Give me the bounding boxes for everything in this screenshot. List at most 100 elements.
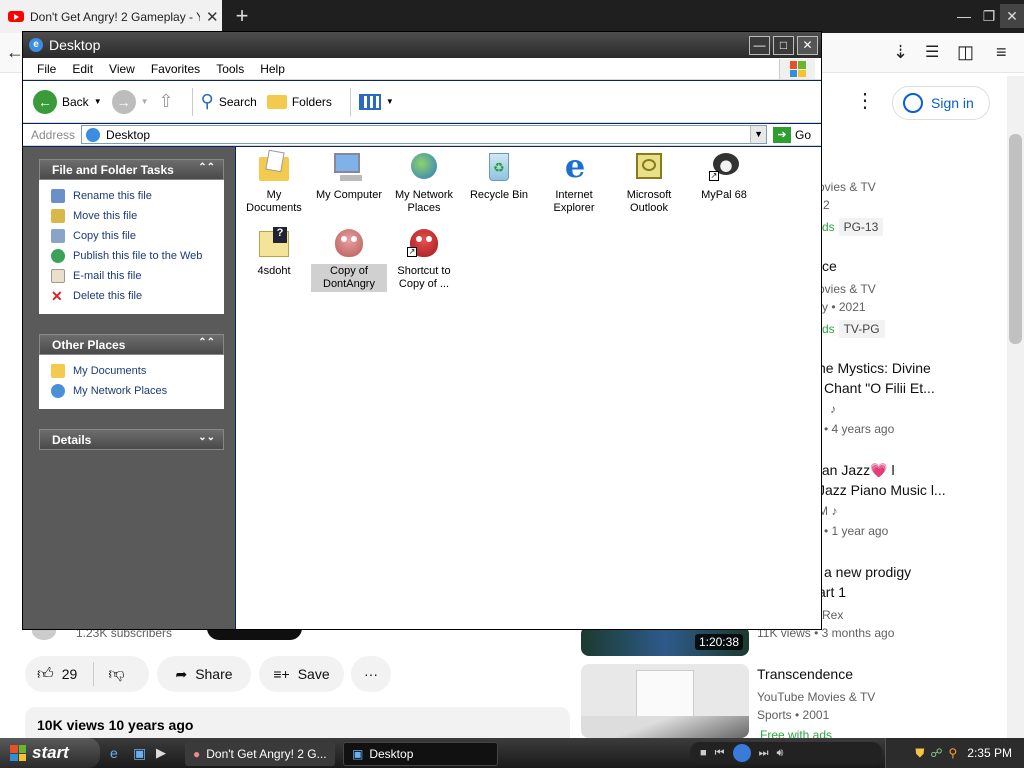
task-email[interactable]: E-mail this file [51,266,224,286]
desktop-item-my-computer[interactable]: My Computer [311,151,387,203]
desktop-item-my-documents[interactable]: My Documents [236,149,312,216]
forward-button[interactable]: → ▼ [111,89,149,114]
back-dropdown-icon[interactable]: ▼ [94,97,102,106]
window-close-button[interactable]: ✕ [797,36,818,55]
task-move[interactable]: Move this file [51,206,224,226]
clock[interactable]: 2:35 PM [967,746,1012,760]
rec-6-thumbnail[interactable] [581,664,749,738]
window-title-bar[interactable]: e Desktop [23,32,821,58]
sign-in-button[interactable]: Sign in [892,86,990,120]
folders-label: Folders [291,94,332,109]
network-icon [407,151,441,183]
place-my-documents[interactable]: My Documents [51,361,224,381]
new-tab-button[interactable]: + [230,3,254,29]
desktop-item-internet-explorer[interactable]: e Internet Explorer [536,150,612,216]
start-button[interactable]: start [0,738,100,768]
sidebar-icon[interactable]: ◫ [957,42,974,63]
save-button[interactable]: ≡+ Save [259,656,344,692]
address-input[interactable]: Desktop ▼ [81,125,768,144]
up-button[interactable]: ⇧ [159,91,174,112]
tab-title: Don't Get Angry! 2 Gameplay - Yo [30,9,200,24]
minimize-icon[interactable]: — [952,4,976,28]
download-icon[interactable]: ⇣ [893,42,908,63]
media-next-icon[interactable]: ⏭ [759,747,769,760]
address-dropdown-icon[interactable]: ▼ [750,126,767,143]
rec-3-title-1[interactable]: he Mystics: Divine [818,360,931,376]
network-tray-icon[interactable]: ☍ [930,746,942,760]
expand-icon[interactable]: ⌄⌄ [198,432,215,443]
library-icon[interactable]: ☰ [925,42,939,62]
quicklaunch-media-icon[interactable]: ▶ [156,745,166,761]
forward-dropdown-icon: ▼ [140,97,149,106]
desktop-item-recycle-bin[interactable]: ♻ Recycle Bin [461,151,537,203]
media-prev-icon[interactable]: ⏮ [715,747,725,760]
rec-5-thumbnail[interactable]: 1:20:38 [581,626,749,656]
file-folder-tasks-header[interactable]: File and Folder Tasks ⌃⌃ [39,159,224,180]
menu-favorites[interactable]: Favorites [143,62,208,76]
close-icon[interactable]: ✕ [1000,4,1024,28]
quicklaunch-ie-icon[interactable]: e [110,745,118,761]
explorer-window: e Desktop — □ ✕ File Edit View Favorites… [22,31,822,630]
desktop-item-mypal[interactable]: ↗ MyPal 68 [686,151,762,203]
search-tray-icon[interactable]: ⚲ [949,746,958,760]
menu-view[interactable]: View [101,62,143,76]
desktop-item-shortcut-to-copy[interactable]: ↗ Shortcut to Copy of ... [386,227,462,292]
like-count[interactable]: 29 [62,666,78,682]
restore-icon[interactable]: ❐ [977,4,1001,28]
task-delete[interactable]: ✕ Delete this file [51,286,224,306]
window-minimize-button[interactable]: — [749,36,770,55]
rec-5-channel: Rex [822,608,844,622]
browser-tab[interactable]: Don't Get Angry! 2 Gameplay - Yo ✕ [0,0,222,33]
search-button[interactable]: ⚲ Search [201,91,257,112]
rec-5-title-1[interactable]: a new prodigy [824,564,911,580]
rec-4-title-2[interactable]: Jazz Piano Music l... [818,482,946,498]
share-icon: ➦ [175,665,188,682]
menu-edit[interactable]: Edit [64,62,101,76]
media-volume-icon[interactable]: 🔊︎ [776,747,783,760]
rec-2-title[interactable]: ce [822,258,837,274]
desktop-item-microsoft-outlook[interactable]: Microsoft Outlook [611,151,687,216]
menu-help[interactable]: Help [252,62,293,76]
back-button[interactable]: ← Back ▼ [33,89,102,114]
taskbar-item-desktop[interactable]: ▣ Desktop [343,742,498,766]
place-my-network-places[interactable]: My Network Places [51,381,224,401]
task-pane: File and Folder Tasks ⌃⌃ Rename this fil… [23,147,235,629]
menu-file[interactable]: File [29,62,64,76]
rec-3-title-2[interactable]: Chant "O Filii Et... [824,380,935,396]
rec-4-title-1[interactable]: tan Jazz💗 l [818,462,895,479]
dislike-icon[interactable]: 👎︎ [108,665,124,684]
window-maximize-button[interactable]: □ [773,36,794,55]
media-stop-icon[interactable]: ■ [700,747,707,759]
standard-toolbar: ← Back ▼ → ▼ ⇧ ⚲ Search Folders ▼ [23,81,821,123]
collapse-icon[interactable]: ⌃⌃ [198,162,215,173]
desktop-item-copy-of-dontangry[interactable]: Copy of DontAngry [311,227,387,292]
go-button[interactable]: ➔ Go [773,126,811,143]
desktop-item-my-network-places[interactable]: My Network Places [386,151,462,216]
security-shield-icon[interactable]: ⛊ [915,746,924,761]
task-publish[interactable]: Publish this file to the Web [51,246,224,266]
video-views-date[interactable]: 10K views 10 years ago [25,707,570,738]
page-scrollbar[interactable] [1007,76,1024,738]
rec-6-title[interactable]: Transcendence [757,666,853,682]
collapse-icon[interactable]: ⌃⌃ [198,337,215,348]
other-places-header[interactable]: Other Places ⌃⌃ [39,334,224,355]
folders-button[interactable]: Folders [266,94,332,109]
media-play-icon[interactable] [732,744,751,762]
menu-icon[interactable]: ≡ [996,42,1007,63]
rec-1-free-tag: ds [822,220,835,234]
menu-tools[interactable]: Tools [208,62,252,76]
like-icon[interactable]: 👍︎ [37,665,54,684]
rec-5-title-2[interactable]: art 1 [818,584,846,600]
task-copy[interactable]: Copy this file [51,226,224,246]
tab-close-icon[interactable]: ✕ [206,8,219,26]
desktop-item-4sdoht[interactable]: ? 4sdoht [236,227,312,279]
details-header[interactable]: Details ⌄⌄ [39,429,224,450]
more-actions-button[interactable]: ··· [351,656,391,692]
share-button[interactable]: ➦ Share [157,656,251,692]
taskbar-item-browser[interactable]: ● Don't Get Angry! 2 G... [185,742,335,766]
more-options-icon[interactable]: ⋮ [855,88,875,113]
task-rename[interactable]: Rename this file [51,186,224,206]
quicklaunch-explorer-icon[interactable]: ▣ [133,745,146,762]
views-button[interactable]: ▼ [358,93,394,110]
scrollbar-thumb[interactable] [1009,134,1022,344]
